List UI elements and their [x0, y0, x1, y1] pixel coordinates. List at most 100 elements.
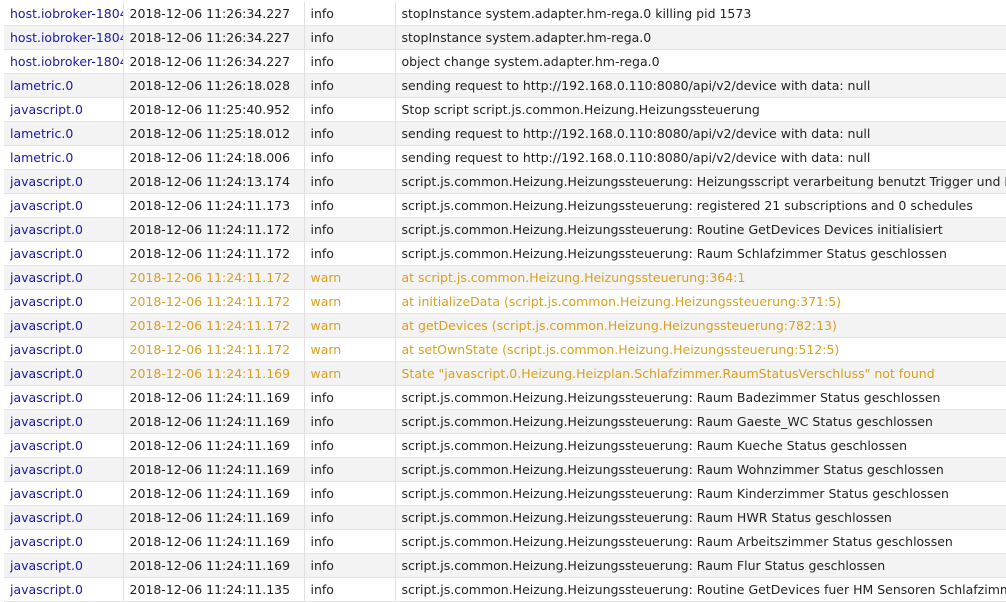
log-time: 2018-12-06 11:24:11.172 — [123, 265, 305, 290]
log-time: 2018-12-06 11:24:11.169 — [123, 457, 305, 482]
log-message: at getDevices (script.js.common.Heizung.… — [395, 313, 1006, 338]
log-message: script.js.common.Heizung.Heizungssteueru… — [395, 169, 1006, 194]
log-row[interactable]: javascript.0 2018-12-06 11:24:11.169 inf… — [4, 457, 1006, 482]
log-severity: info — [304, 241, 396, 266]
log-row[interactable]: javascript.0 2018-12-06 11:24:11.169 inf… — [4, 385, 1006, 410]
log-severity: warn — [304, 337, 396, 362]
log-time: 2018-12-06 11:24:11.169 — [123, 361, 305, 386]
log-source: javascript.0 — [4, 529, 124, 554]
log-severity: info — [304, 25, 396, 50]
log-source: javascript.0 — [4, 361, 124, 386]
log-row[interactable]: javascript.0 2018-12-06 11:24:11.169 inf… — [4, 529, 1006, 554]
log-time: 2018-12-06 11:24:11.169 — [123, 481, 305, 506]
log-source: lametric.0 — [4, 145, 124, 170]
log-time: 2018-12-06 11:24:11.169 — [123, 505, 305, 530]
log-row[interactable]: javascript.0 2018-12-06 11:24:11.169 inf… — [4, 433, 1006, 458]
log-time: 2018-12-06 11:25:18.012 — [123, 121, 305, 146]
log-severity: info — [304, 529, 396, 554]
log-severity: info — [304, 145, 396, 170]
log-severity: info — [304, 505, 396, 530]
log-row[interactable]: javascript.0 2018-12-06 11:24:11.169 inf… — [4, 505, 1006, 530]
log-row[interactable]: javascript.0 2018-12-06 11:24:11.172 war… — [4, 265, 1006, 290]
log-row[interactable]: host.iobroker-1804 2018-12-06 11:26:34.2… — [4, 2, 1006, 26]
log-message: object change system.adapter.hm-rega.0 — [395, 49, 1006, 74]
log-message: stopInstance system.adapter.hm-rega.0 ki… — [395, 2, 1006, 26]
log-time: 2018-12-06 11:24:11.172 — [123, 217, 305, 242]
log-row[interactable]: javascript.0 2018-12-06 11:24:11.173 inf… — [4, 193, 1006, 218]
log-source: javascript.0 — [4, 553, 124, 578]
log-source: lametric.0 — [4, 73, 124, 98]
log-body: host.iobroker-1804 2018-12-06 11:26:34.2… — [4, 2, 1006, 602]
log-time: 2018-12-06 11:24:11.169 — [123, 385, 305, 410]
log-message: sending request to http://192.168.0.110:… — [395, 121, 1006, 146]
log-row[interactable]: javascript.0 2018-12-06 11:24:11.172 war… — [4, 313, 1006, 338]
log-row[interactable]: host.iobroker-1804 2018-12-06 11:26:34.2… — [4, 25, 1006, 50]
log-time: 2018-12-06 11:24:11.169 — [123, 553, 305, 578]
log-time: 2018-12-06 11:26:34.227 — [123, 25, 305, 50]
log-row[interactable]: javascript.0 2018-12-06 11:24:11.169 inf… — [4, 481, 1006, 506]
log-source: javascript.0 — [4, 409, 124, 434]
log-row[interactable]: javascript.0 2018-12-06 11:25:40.952 inf… — [4, 97, 1006, 122]
log-message: at setOwnState (script.js.common.Heizung… — [395, 337, 1006, 362]
log-source: javascript.0 — [4, 457, 124, 482]
log-severity: info — [304, 553, 396, 578]
log-source: javascript.0 — [4, 289, 124, 314]
log-source: javascript.0 — [4, 385, 124, 410]
log-row[interactable]: javascript.0 2018-12-06 11:24:11.169 war… — [4, 361, 1006, 386]
log-row[interactable]: lametric.0 2018-12-06 11:26:18.028 info … — [4, 73, 1006, 98]
log-severity: warn — [304, 313, 396, 338]
log-time: 2018-12-06 11:26:18.028 — [123, 73, 305, 98]
log-message: script.js.common.Heizung.Heizungssteueru… — [395, 385, 1006, 410]
log-message: stopInstance system.adapter.hm-rega.0 — [395, 25, 1006, 50]
log-message: script.js.common.Heizung.Heizungssteueru… — [395, 217, 1006, 242]
log-message: sending request to http://192.168.0.110:… — [395, 145, 1006, 170]
log-message: script.js.common.Heizung.Heizungssteueru… — [395, 505, 1006, 530]
log-time: 2018-12-06 11:24:11.173 — [123, 193, 305, 218]
log-source: host.iobroker-1804 — [4, 25, 124, 50]
log-time: 2018-12-06 11:25:40.952 — [123, 97, 305, 122]
log-time: 2018-12-06 11:24:11.169 — [123, 433, 305, 458]
log-source: host.iobroker-1804 — [4, 49, 124, 74]
log-severity: warn — [304, 289, 396, 314]
log-severity: info — [304, 97, 396, 122]
log-severity: info — [304, 73, 396, 98]
log-source: javascript.0 — [4, 433, 124, 458]
log-source: javascript.0 — [4, 337, 124, 362]
log-severity: info — [304, 2, 396, 26]
log-message: sending request to http://192.168.0.110:… — [395, 73, 1006, 98]
log-severity: info — [304, 49, 396, 74]
log-message: at initializeData (script.js.common.Heiz… — [395, 289, 1006, 314]
log-severity: info — [304, 433, 396, 458]
log-severity: info — [304, 121, 396, 146]
log-source: javascript.0 — [4, 217, 124, 242]
log-message: script.js.common.Heizung.Heizungssteueru… — [395, 409, 1006, 434]
log-row[interactable]: javascript.0 2018-12-06 11:24:11.172 inf… — [4, 241, 1006, 266]
log-message: Stop script script.js.common.Heizung.Hei… — [395, 97, 1006, 122]
log-time: 2018-12-06 11:24:11.172 — [123, 289, 305, 314]
log-source: javascript.0 — [4, 481, 124, 506]
log-message: script.js.common.Heizung.Heizungssteueru… — [395, 481, 1006, 506]
log-row[interactable]: javascript.0 2018-12-06 11:24:11.172 war… — [4, 337, 1006, 362]
log-message: at script.js.common.Heizung.Heizungssteu… — [395, 265, 1006, 290]
log-severity: info — [304, 169, 396, 194]
log-row[interactable]: javascript.0 2018-12-06 11:24:11.172 inf… — [4, 217, 1006, 242]
log-row[interactable]: lametric.0 2018-12-06 11:25:18.012 info … — [4, 121, 1006, 146]
log-source: javascript.0 — [4, 265, 124, 290]
log-row[interactable]: host.iobroker-1804 2018-12-06 11:26:34.2… — [4, 49, 1006, 74]
log-time: 2018-12-06 11:24:13.174 — [123, 169, 305, 194]
log-severity: info — [304, 193, 396, 218]
log-row[interactable]: javascript.0 2018-12-06 11:24:11.169 inf… — [4, 409, 1006, 434]
log-time: 2018-12-06 11:26:34.227 — [123, 2, 305, 26]
log-message: script.js.common.Heizung.Heizungssteueru… — [395, 553, 1006, 578]
log-message: script.js.common.Heizung.Heizungssteueru… — [395, 457, 1006, 482]
log-time: 2018-12-06 11:24:11.172 — [123, 337, 305, 362]
log-time: 2018-12-06 11:24:11.172 — [123, 241, 305, 266]
log-row[interactable]: javascript.0 2018-12-06 11:24:11.172 war… — [4, 289, 1006, 314]
log-row[interactable]: lametric.0 2018-12-06 11:24:18.006 info … — [4, 145, 1006, 170]
log-message: State "javascript.0.Heizung.Heizplan.Sch… — [395, 361, 1006, 386]
log-time: 2018-12-06 11:24:11.169 — [123, 409, 305, 434]
log-severity: info — [304, 385, 396, 410]
log-row[interactable]: javascript.0 2018-12-06 11:24:11.169 inf… — [4, 553, 1006, 578]
log-time: 2018-12-06 11:24:11.172 — [123, 313, 305, 338]
log-row[interactable]: javascript.0 2018-12-06 11:24:13.174 inf… — [4, 169, 1006, 194]
